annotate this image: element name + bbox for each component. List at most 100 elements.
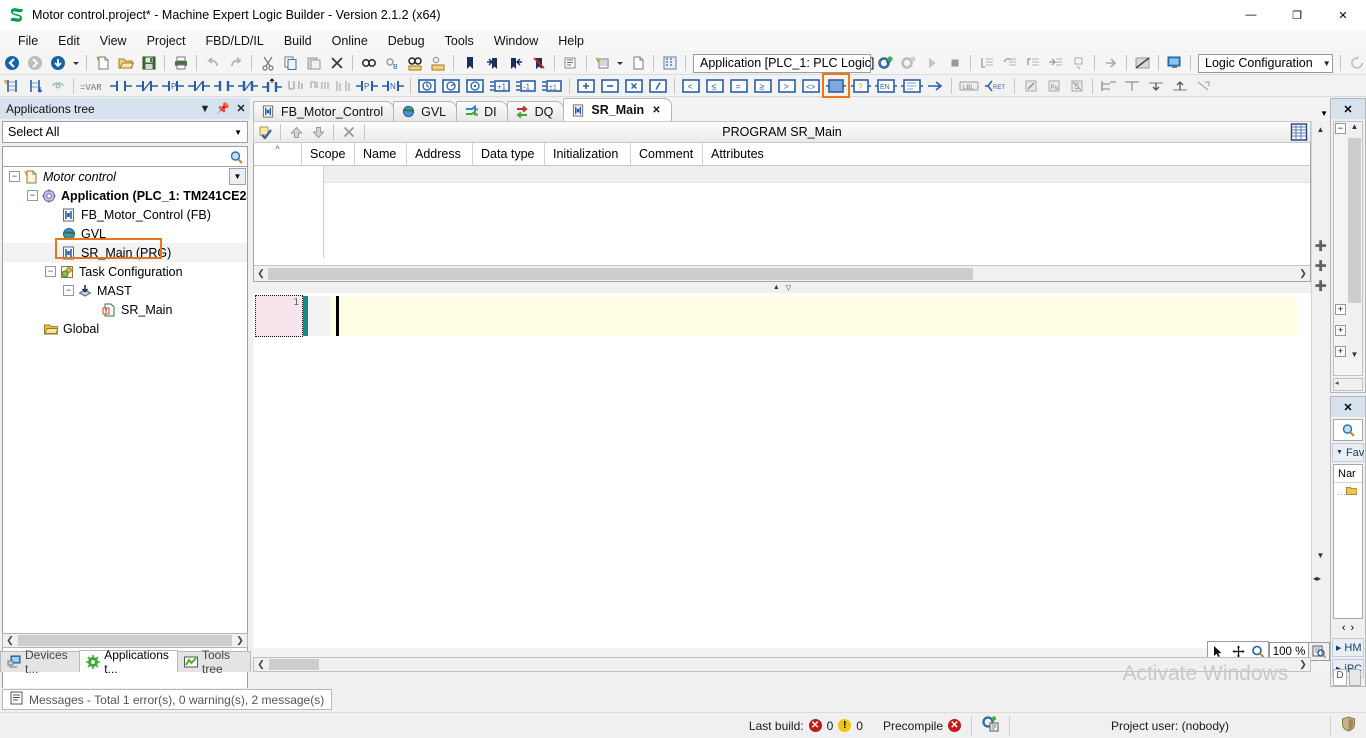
scroll-right-icon[interactable]: ❯	[1296, 659, 1310, 670]
insert-box-icon[interactable]	[900, 75, 924, 96]
edge-detection-icon[interactable]: PN	[1043, 75, 1064, 96]
new-object-icon[interactable]	[592, 53, 613, 74]
column-data-type[interactable]: Data type	[473, 143, 545, 165]
counter-down-icon[interactable]: -1	[514, 75, 538, 96]
menu-view[interactable]: View	[90, 31, 137, 51]
paste-icon[interactable]	[303, 53, 324, 74]
column-scope[interactable]: Scope	[302, 143, 355, 165]
redo-icon[interactable]	[225, 53, 246, 74]
less-than-icon[interactable]: <	[680, 75, 702, 96]
editor-vertical-scrollbar[interactable]: ▲ ➕ ➕ ➕ ▼ ◂▸	[1311, 121, 1330, 643]
tree-expander[interactable]: −	[45, 266, 56, 277]
insert-network-below-icon[interactable]	[24, 75, 45, 96]
stop-icon[interactable]	[944, 53, 965, 74]
delete-row-icon[interactable]	[339, 123, 359, 142]
menu-help[interactable]: Help	[548, 31, 594, 51]
search-icon[interactable]	[225, 150, 247, 165]
section-favorites[interactable]: ▼ Fav	[1332, 443, 1364, 462]
coil-icon[interactable]	[213, 75, 235, 96]
tree-item-global[interactable]: Global	[3, 319, 247, 338]
display-mode-icon[interactable]	[1132, 53, 1153, 74]
refresh-icon[interactable]	[1346, 53, 1366, 74]
scroll-up-icon[interactable]: ▲	[1312, 121, 1329, 137]
column-comment[interactable]: Comment	[631, 143, 703, 165]
close-button[interactable]: ✕	[1320, 0, 1366, 30]
declaration-empty-row[interactable]	[323, 166, 1310, 183]
tab-more[interactable]	[1349, 669, 1361, 686]
tree-expander[interactable]: −	[1335, 123, 1346, 134]
right-panel-search[interactable]	[1333, 419, 1363, 441]
new-folder-icon[interactable]	[627, 53, 648, 74]
navigate-forward-icon[interactable]	[24, 53, 45, 74]
falling-edge-contact-icon[interactable]	[187, 75, 211, 96]
close-icon[interactable]: ✕	[1343, 401, 1352, 414]
logic-configuration-combo[interactable]: Logic Configuration ▼	[1198, 54, 1333, 73]
chevron-down-icon[interactable]: ▽	[786, 284, 791, 292]
pin-icon[interactable]: 📌	[214, 102, 232, 115]
scroll-right-icon[interactable]: ❯	[1296, 268, 1310, 279]
messages-tab[interactable]: Messages - Total 1 error(s), 0 warning(s…	[2, 689, 332, 710]
column-initialization[interactable]: Initialization	[545, 143, 631, 165]
menu-project[interactable]: Project	[137, 31, 196, 51]
menu-online[interactable]: Online	[322, 31, 378, 51]
paste-above-icon[interactable]	[1170, 75, 1192, 96]
bookmark-icon[interactable]	[459, 53, 480, 74]
find-icon[interactable]	[358, 53, 379, 74]
negated-set-coil-icon[interactable]: N	[381, 75, 405, 96]
print-icon[interactable]	[170, 53, 191, 74]
parallel-branch-icon[interactable]	[309, 75, 331, 96]
tree-expander[interactable]: −	[63, 285, 74, 296]
collapse-icon[interactable]: ^	[275, 144, 279, 154]
declaration-editor[interactable]: ^ Scope Name Address Data type Initializ…	[253, 143, 1311, 282]
nav-prev-button[interactable]: ‹	[1342, 622, 1346, 634]
tree-item-sr-main-prg[interactable]: SR_Main (PRG)	[3, 243, 247, 262]
find-in-project-icon[interactable]	[404, 53, 425, 74]
editor-tab-di[interactable]: DI	[456, 101, 508, 121]
minimize-button[interactable]: —	[1228, 0, 1274, 30]
add-network-icon[interactable]: ➕	[1314, 241, 1328, 252]
insert-block-icon[interactable]	[824, 75, 848, 96]
tree-expander[interactable]: −	[27, 190, 38, 201]
menu-file[interactable]: File	[8, 31, 48, 51]
step-out-icon[interactable]	[1022, 53, 1043, 74]
close-icon[interactable]: ✕	[1343, 103, 1352, 116]
new-file-icon[interactable]	[92, 53, 113, 74]
editor-tab-dq[interactable]: DQ	[507, 101, 565, 121]
add-network-icon[interactable]: ➕	[1314, 281, 1328, 292]
tree-expander[interactable]: +	[1335, 346, 1346, 357]
search-input[interactable]	[3, 150, 225, 166]
tree-item-gvl[interactable]: GVL	[3, 224, 247, 243]
editor-tab-sr-main[interactable]: SR_Main ✕	[563, 98, 671, 121]
navigate-dropdown-icon[interactable]	[70, 53, 81, 74]
next-bookmark-icon[interactable]	[482, 53, 503, 74]
previous-bookmark-icon[interactable]	[505, 53, 526, 74]
ladder-diagram-editor[interactable]: 1	[253, 293, 1311, 648]
paste-right-icon[interactable]	[1194, 75, 1216, 96]
save-icon[interactable]	[138, 53, 159, 74]
tree-expander[interactable]: +	[1335, 304, 1346, 315]
step-into-icon[interactable]	[976, 53, 997, 74]
select-all-combo[interactable]: Select All ▼	[2, 121, 248, 143]
timer-tp-icon[interactable]	[464, 75, 486, 96]
insert-label-icon[interactable]: LBL	[957, 75, 981, 96]
add-block-icon[interactable]	[575, 75, 597, 96]
negate-icon[interactable]	[1020, 75, 1041, 96]
timer-ton-icon[interactable]	[416, 75, 438, 96]
scrollbar-thumb[interactable]	[268, 268, 973, 280]
editor-horizontal-scrollbar[interactable]: ❮ ❯	[253, 657, 1311, 672]
tree-item-mast[interactable]: − MAST	[3, 281, 247, 300]
open-file-icon[interactable]	[115, 53, 136, 74]
replace-icon[interactable]: B	[381, 53, 402, 74]
clear-bookmarks-icon[interactable]	[528, 53, 549, 74]
zoom-select-icon[interactable]	[1309, 642, 1330, 661]
scrollbar-thumb[interactable]	[1348, 138, 1361, 303]
navigate-back-icon[interactable]	[1, 53, 22, 74]
declaration-body[interactable]	[254, 166, 1310, 258]
equal-icon[interactable]: =	[728, 75, 750, 96]
tree-item-application[interactable]: − Application (PLC_1: TM241CE24R)	[3, 186, 247, 205]
menu-fbd-ld-il[interactable]: FBD/LD/IL	[195, 31, 273, 51]
counter-updown-icon[interactable]: ±1	[540, 75, 564, 96]
menu-tools[interactable]: Tools	[435, 31, 484, 51]
delete-icon[interactable]	[326, 53, 347, 74]
table-view-icon[interactable]	[1290, 123, 1308, 144]
